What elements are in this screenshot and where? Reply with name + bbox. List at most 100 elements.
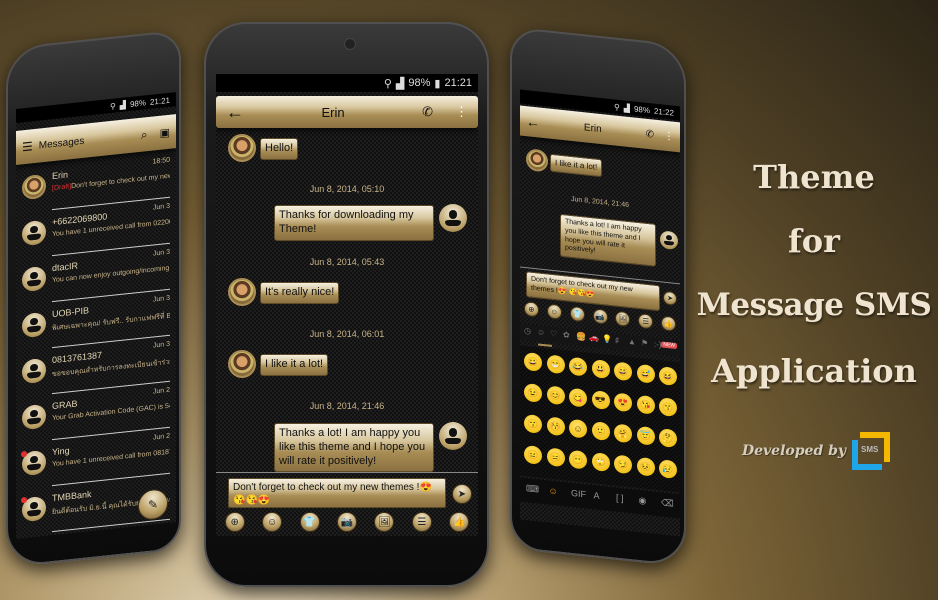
wifi-icon: ⚲ (383, 77, 392, 90)
hamburger-icon[interactable]: ☰ (22, 139, 33, 154)
timestamp: Jun 8, 2014, 06:01 (309, 329, 385, 339)
message-bubble-out: Thanks for downloading my Theme! (274, 205, 434, 241)
smiley-button[interactable]: ☺ (262, 512, 283, 532)
add-button[interactable]: ⊕ (523, 300, 539, 318)
phone-icon[interactable]: ✆ (646, 128, 654, 140)
emoji-category-tab[interactable]: ♯ (615, 336, 619, 345)
emoji-key[interactable]: 😐 (524, 444, 542, 465)
shirt-button[interactable]: 👕 (569, 305, 585, 323)
appbar-title: Messages (38, 135, 85, 152)
emoji-key[interactable]: 🙂 (591, 421, 610, 441)
emoji-key[interactable]: 😙 (524, 413, 542, 434)
thumbs-up-button[interactable]: 👍 (449, 512, 470, 532)
draft-tag: [Draft] (52, 183, 72, 193)
keyboard-bottom-key[interactable]: [ ] (616, 493, 624, 504)
emoji-key[interactable]: 😚 (546, 416, 565, 437)
send-button[interactable]: ➤ (663, 290, 677, 307)
keyboard-bottom-key[interactable]: ☺ (549, 486, 558, 497)
emoji-key[interactable]: 😁 (546, 354, 565, 375)
conversation-divider (52, 518, 170, 533)
timestamp: Jun 8, 2014, 05:10 (309, 184, 385, 194)
contact-name: Erin (583, 121, 602, 135)
contact-name: Erin (321, 104, 345, 120)
gallery-button[interactable]: 🖼 (615, 310, 631, 328)
emoji-key[interactable]: 😥 (659, 459, 677, 480)
emoji-key[interactable]: 😊 (546, 385, 565, 406)
emoji-key[interactable]: 😄 (614, 361, 632, 382)
emoji-key[interactable]: 😣 (636, 456, 655, 477)
emoji-key[interactable]: 😆 (659, 366, 677, 387)
emoji-key[interactable]: 🙄 (591, 452, 610, 472)
timestamp: Jun 8, 2014, 21:46 (571, 195, 629, 210)
emoji-key[interactable]: 😀 (524, 351, 542, 372)
keyboard-bottom-key[interactable]: ⌫ (661, 497, 674, 509)
more-vertical-icon[interactable]: ⋮ (664, 130, 674, 142)
promo-line-2: for (788, 222, 840, 260)
more-vertical-icon[interactable]: ⋮ (455, 104, 468, 120)
phone-icon[interactable]: ✆ (422, 104, 433, 120)
send-button[interactable]: ➤ (452, 484, 472, 504)
new-badge: NEW (661, 341, 677, 350)
gallery-icon: 🖼 (618, 313, 628, 324)
gift-icon[interactable]: ▣ (160, 125, 170, 139)
emoji-key[interactable]: 😶 (569, 449, 587, 470)
emoji-category-tab[interactable]: 🚗 (589, 333, 599, 343)
status-bar: ⚲ ▟ 98% ▮ 21:21 (216, 74, 478, 92)
emoji-key[interactable]: 😉 (524, 382, 542, 403)
emoji-key[interactable]: 😋 (569, 387, 587, 408)
thumbs-up-button[interactable]: 👍 (661, 315, 677, 332)
emoji-key[interactable]: 😏 (614, 454, 632, 475)
contact-avatar (228, 278, 256, 306)
right-phone: ⚲ ▟ 98% 21:22 ← Erin ✆ ⋮ I like it a lot… (510, 26, 686, 568)
emoji-key[interactable]: ☺ (569, 418, 587, 439)
conversation-name: dtacIR (52, 260, 79, 274)
emoji-key[interactable]: 😍 (614, 392, 632, 413)
emoji-key[interactable]: 😂 (569, 356, 587, 377)
arrow-left-icon[interactable]: ← (526, 113, 540, 130)
emoji-key[interactable]: 😑 (546, 447, 565, 468)
emoji-key[interactable]: 😇 (636, 425, 655, 446)
gallery-button[interactable]: 🖼 (374, 512, 395, 532)
list-button[interactable]: ☰ (411, 512, 432, 532)
emoji-category-tab[interactable]: 💡 (602, 334, 612, 344)
promo-line-4: Application (711, 352, 917, 390)
emoji-key[interactable]: 😅 (636, 363, 655, 384)
emoji-category-tab[interactable]: ☺ (537, 327, 545, 337)
emoji-key[interactable]: 😘 (636, 394, 655, 415)
emoji-category-tab[interactable]: ✿ (563, 330, 570, 340)
gallery-icon: 🖼 (378, 516, 391, 528)
camera-button[interactable]: 📷 (592, 308, 608, 325)
emoji-category-tab[interactable]: 🍔 (576, 331, 586, 341)
thumbs-up-icon: 👍 (663, 318, 674, 329)
category-indicator (538, 343, 552, 347)
emoji-key[interactable]: 🤔 (659, 428, 677, 449)
keyboard-bottom-key[interactable]: GIF (571, 488, 586, 500)
emoji-key[interactable]: 😗 (659, 397, 677, 418)
conversation-date: Jun 2 (152, 386, 170, 396)
camera-button[interactable]: 📷 (337, 512, 357, 532)
default-avatar (22, 403, 46, 431)
keyboard-bottom-key[interactable]: ⌨ (526, 483, 539, 495)
emoji-key[interactable]: 🤗 (614, 423, 632, 444)
snippet-text: Don't forget to check out my new th... (71, 172, 170, 191)
search-icon[interactable]: ⌕ (141, 127, 148, 143)
list-icon: ☰ (417, 516, 427, 528)
emoji-category-tab[interactable]: ◷ (524, 326, 531, 336)
emoji-category-tab[interactable]: ▲ (628, 337, 636, 347)
signal-icon: ▟ (395, 77, 405, 90)
keyboard-bottom-key[interactable]: ◉ (639, 495, 647, 507)
add-icon: ⊕ (528, 304, 535, 315)
emoji-key[interactable]: 😎 (591, 390, 610, 410)
emoji-key[interactable]: 😃 (591, 359, 610, 379)
add-button[interactable]: ⊕ (224, 512, 245, 532)
smiley-button[interactable]: ☺ (546, 303, 562, 320)
list-button[interactable]: ☰ (638, 312, 654, 330)
emoji-category-tab[interactable]: ⚑ (641, 338, 648, 348)
shirt-button[interactable]: 👕 (299, 512, 320, 532)
message-input[interactable]: Don't forget to check out my new themes … (228, 478, 446, 508)
conversation-date: Jun 3 (152, 340, 170, 350)
emoji-category-tab[interactable]: ♡ (550, 329, 557, 339)
message-bubble-out: Thanks a lot! I am happy you like this t… (274, 423, 434, 473)
arrow-left-icon[interactable]: ← (226, 102, 244, 123)
keyboard-bottom-key[interactable]: A (594, 490, 600, 501)
